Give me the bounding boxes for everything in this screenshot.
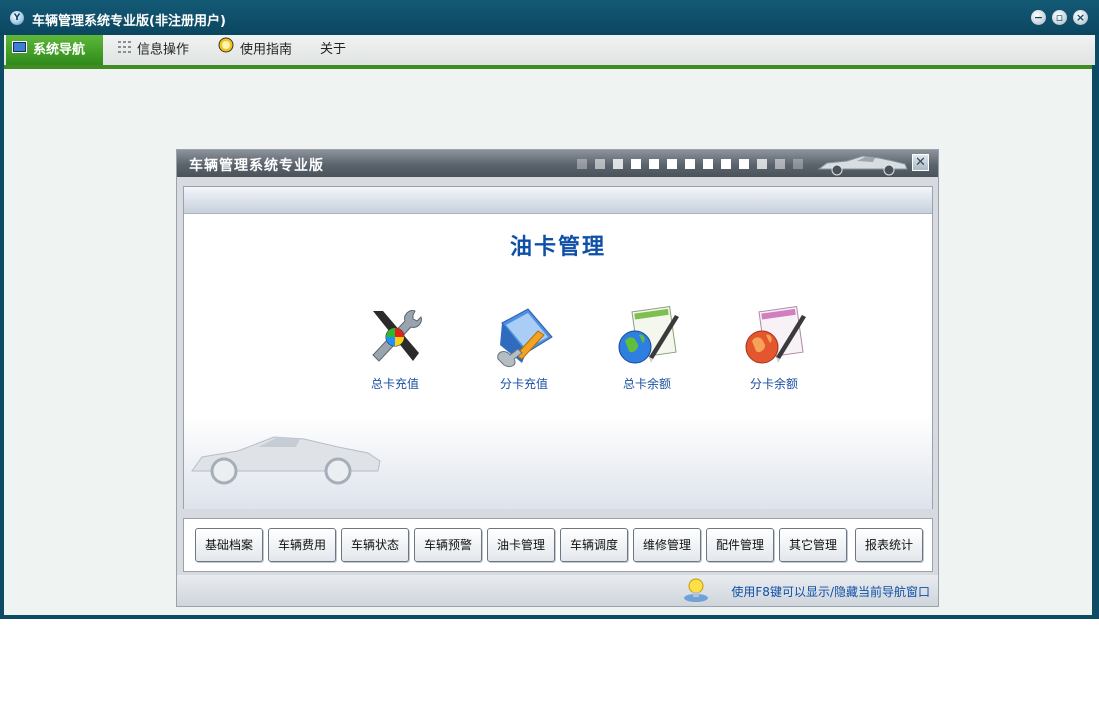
nav-item-label: 分卡充值 (499, 377, 548, 391)
grid-icon (118, 35, 131, 65)
globe-orange-pen-icon (745, 306, 806, 364)
module-button-reports[interactable]: 报表统计 (855, 528, 923, 562)
status-bar: 使用F8键可以显示/隐藏当前导航窗口 (177, 575, 938, 606)
dialog-title: 车辆管理系统专业版 (189, 158, 324, 174)
restore-icon[interactable]: ▫ (1052, 10, 1067, 25)
car-icon (817, 154, 909, 179)
menu-item-about[interactable]: 关于 (314, 35, 352, 65)
nav-item-label: 总卡充值 (370, 377, 419, 391)
nav-item-main-card-recharge[interactable]: 总卡充值 (355, 305, 435, 405)
title-bar: Y 车辆管理系统专业版(非注册用户) − ▫ × (0, 0, 1099, 35)
shortcut-tip: 使用F8键可以显示/隐藏当前导航窗口 (731, 585, 930, 599)
module-button-parts[interactable]: 配件管理 (706, 528, 774, 562)
monitor-icon (12, 35, 27, 65)
menu-item-info-ops[interactable]: 信息操作 (112, 35, 195, 65)
section-title: 油卡管理 (509, 235, 606, 260)
close-icon[interactable]: × (1073, 10, 1088, 25)
window-title: 车辆管理系统专业版(非注册用户) (32, 14, 226, 29)
module-button-dispatch[interactable]: 车辆调度 (560, 528, 628, 562)
module-button-vehicle-alert[interactable]: 车辆预警 (414, 528, 482, 562)
navigation-dialog: 车辆管理系统专业版 ✕ 油卡管理 总卡充值 分卡充值 总卡余额 分卡余额 基础档… (176, 149, 939, 607)
nav-item-label: 总卡余额 (622, 377, 671, 391)
module-button-maintenance[interactable]: 维修管理 (633, 528, 701, 562)
sports-car-image (188, 427, 384, 490)
dialog-title-bar[interactable]: 车辆管理系统专业版 ✕ (177, 150, 938, 177)
menu-item-label: 关于 (320, 42, 347, 57)
module-button-bar: 基础档案 车辆费用 车辆状态 车辆预警 油卡管理 车辆调度 维修管理 配件管理 … (183, 518, 933, 572)
app-logo-icon: Y (10, 11, 24, 25)
menu-item-label: 信息操作 (137, 42, 190, 58)
dialog-close-button[interactable]: ✕ (912, 154, 929, 171)
menu-item-user-guide[interactable]: 使用指南 (212, 35, 298, 65)
module-button-other[interactable]: 其它管理 (779, 528, 847, 562)
module-button-basic-archive[interactable]: 基础档案 (195, 528, 263, 562)
menu-item-system-nav[interactable]: 系统导航 (6, 35, 103, 65)
nav-item-sub-card-recharge[interactable]: 分卡充值 (484, 305, 564, 405)
nav-item-label: 分卡余额 (749, 377, 798, 391)
menu-bar: 系统导航 信息操作 使用指南 关于 (4, 35, 1095, 65)
minimize-icon[interactable]: − (1031, 10, 1046, 25)
menu-item-label: 系统导航 (33, 42, 86, 58)
tools-icon (372, 310, 422, 362)
nav-item-sub-card-balance[interactable]: 分卡余额 (734, 305, 814, 405)
globe-blue-pen-icon (618, 306, 679, 364)
module-button-vehicle-status[interactable]: 车辆状态 (341, 528, 409, 562)
menu-item-label: 使用指南 (240, 42, 293, 58)
document-edit-icon (497, 308, 553, 368)
module-button-vehicle-cost[interactable]: 车辆费用 (268, 528, 336, 562)
lightbulb-icon (682, 577, 710, 606)
nav-panel-header (184, 187, 932, 214)
module-button-fuel-card[interactable]: 油卡管理 (487, 528, 555, 562)
help-circle-icon (218, 35, 234, 65)
nav-item-main-card-balance[interactable]: 总卡余额 (607, 305, 687, 405)
nav-panel: 油卡管理 总卡充值 分卡充值 总卡余额 分卡余额 (183, 186, 933, 509)
